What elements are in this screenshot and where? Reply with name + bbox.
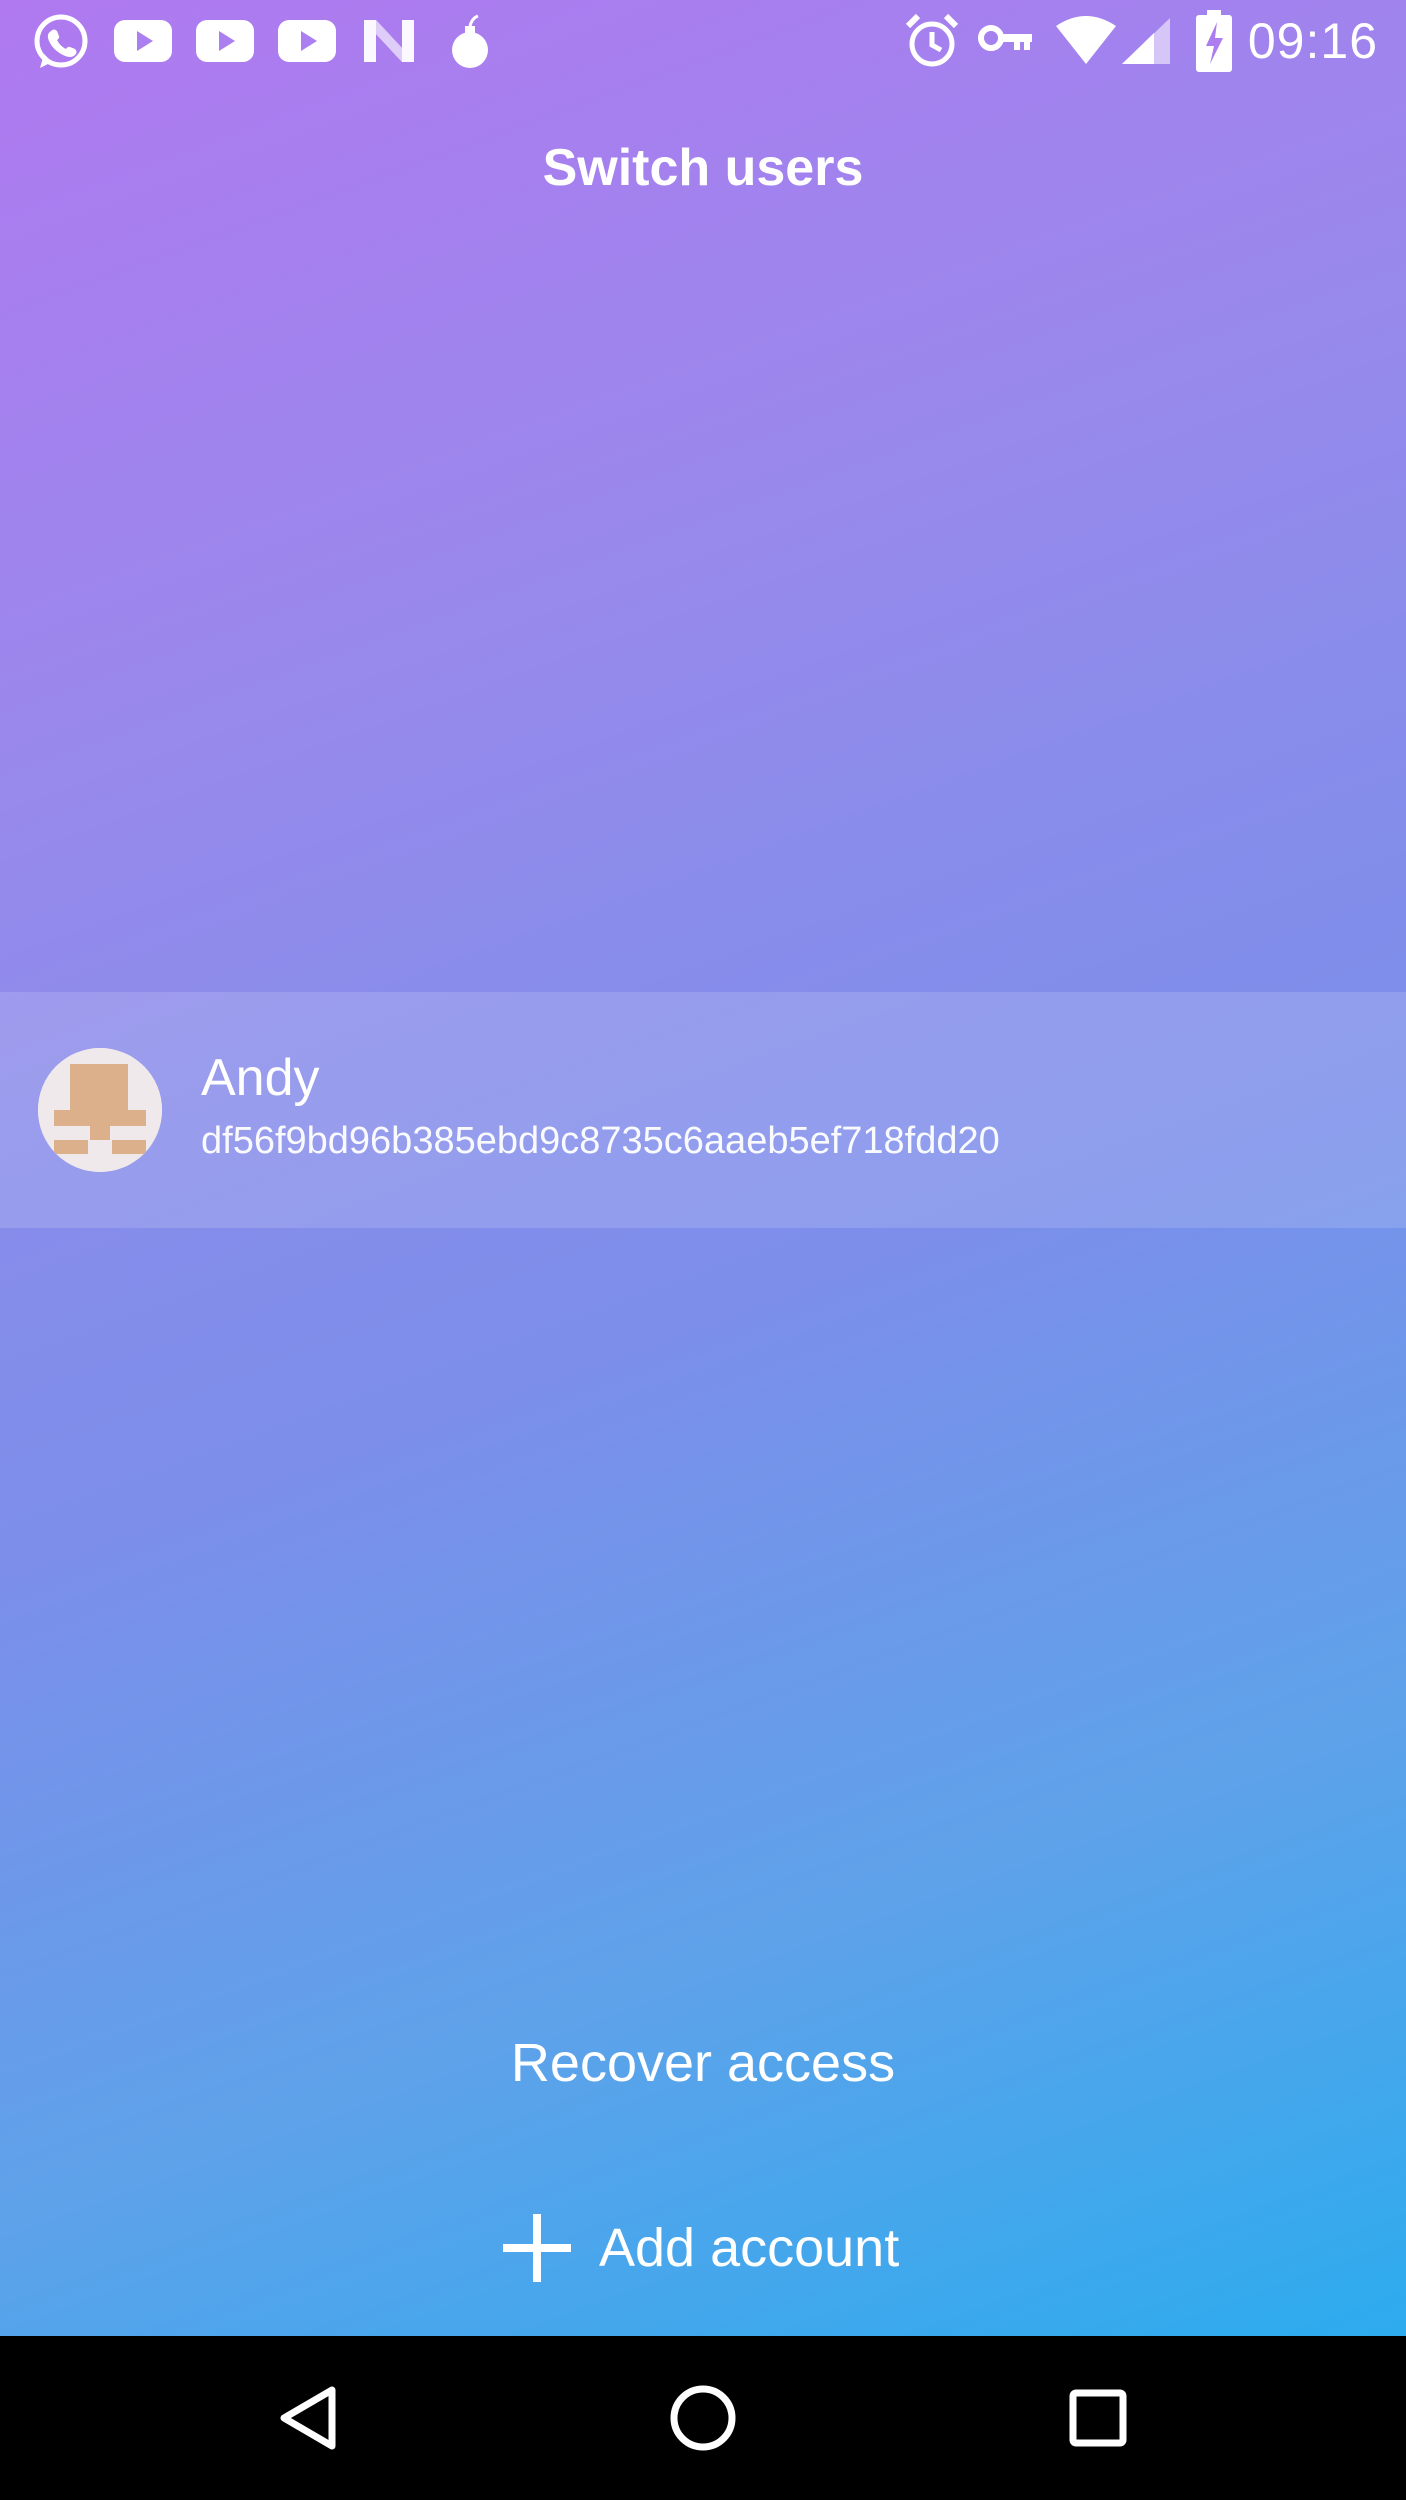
n-app-icon — [364, 20, 414, 62]
home-button[interactable] — [645, 2360, 761, 2476]
vpn-key-icon — [978, 25, 1032, 51]
youtube-icon — [114, 20, 172, 62]
account-name: Andy — [201, 1049, 320, 1107]
back-icon — [280, 2386, 336, 2450]
status-bar: 09:16 — [0, 0, 1406, 82]
wifi-icon — [1056, 16, 1116, 64]
recents-icon — [1069, 2389, 1127, 2447]
cell-signal-icon — [1122, 18, 1170, 64]
home-icon — [670, 2385, 736, 2451]
add-account-label: Add account — [599, 2218, 900, 2278]
bomb-icon — [452, 14, 488, 68]
navigation-bar — [0, 2336, 1406, 2500]
whatsapp-icon — [34, 14, 88, 68]
alarm-icon — [905, 13, 959, 67]
plus-icon — [503, 2214, 571, 2282]
back-button[interactable] — [252, 2360, 368, 2476]
account-item[interactable]: Andy df56f9bd96b385ebd9c8735c6aaeb5ef718… — [0, 992, 1406, 1228]
app-screen: 09:16 Switch users Andy df56f9bd96b385eb… — [0, 0, 1406, 2336]
status-time: 09:16 — [1247, 13, 1378, 69]
avatar — [38, 1048, 162, 1172]
recover-access-button[interactable]: Recover access — [403, 2020, 1003, 2106]
youtube-icon — [196, 20, 254, 62]
page-title: Switch users — [542, 139, 864, 197]
battery-charging-icon — [1196, 10, 1232, 72]
add-account-button[interactable]: Add account — [453, 2200, 953, 2296]
identicon-avatar — [38, 1048, 162, 1172]
youtube-icon — [278, 20, 336, 62]
account-id: df56f9bd96b385ebd9c8735c6aaeb5ef718fdd20 — [201, 1120, 1000, 1162]
recents-button[interactable] — [1040, 2360, 1156, 2476]
